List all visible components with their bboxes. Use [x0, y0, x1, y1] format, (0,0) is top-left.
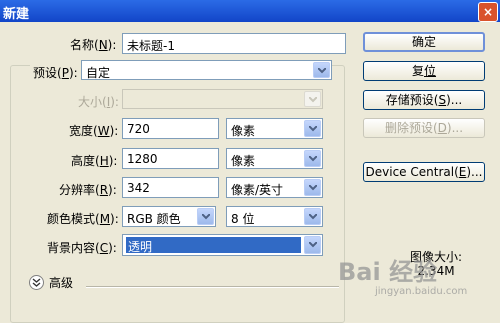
chevron-down-icon	[304, 91, 321, 107]
color-mode-label: 颜色模式(M):	[47, 212, 119, 226]
title-bar: 新建 ×	[0, 0, 500, 22]
height-unit-select[interactable]: 像素	[226, 148, 323, 169]
chevron-down-icon[interactable]	[197, 208, 214, 225]
advanced-label[interactable]: 高级	[49, 274, 73, 291]
width-input[interactable]: 720	[122, 118, 219, 139]
size-select	[122, 89, 323, 109]
name-input[interactable]: 未标题-1	[122, 33, 346, 54]
device-central-button[interactable]: Device Central(E)...	[363, 162, 485, 182]
preset-label: 预设(P):	[30, 64, 81, 81]
width-unit-select[interactable]: 像素	[226, 118, 323, 139]
background-label: 背景内容(C):	[47, 241, 117, 255]
resolution-label: 分辨率(R):	[59, 183, 117, 197]
preset-select[interactable]: 自定	[81, 60, 332, 80]
chevron-down-icon[interactable]	[304, 120, 321, 137]
advanced-separator	[86, 286, 339, 288]
resolution-input[interactable]: 342	[122, 177, 219, 198]
bit-depth-select[interactable]: 8 位	[226, 206, 323, 227]
reset-button[interactable]: 复位	[363, 61, 485, 81]
watermark-logo: Bai 经验	[338, 258, 438, 286]
expand-advanced-icon[interactable]	[29, 275, 44, 290]
name-label: 名称(N):	[70, 38, 117, 52]
watermark-url: jingyan.baidu.com	[375, 286, 468, 297]
color-mode-select[interactable]: RGB 颜色	[122, 206, 216, 227]
dialog-body: 名称(N): 未标题-1 预设(P): 自定 大小(I): 宽度(W): 720…	[0, 22, 500, 323]
background-select[interactable]: 透明	[122, 234, 323, 256]
chevron-down-icon[interactable]	[304, 208, 321, 225]
close-button[interactable]: ×	[478, 2, 498, 22]
preset-value: 自定	[86, 66, 111, 80]
chevron-down-icon[interactable]	[313, 62, 330, 78]
width-label: 宽度(W):	[69, 124, 119, 138]
chevron-down-icon[interactable]	[304, 150, 321, 167]
chevron-down-icon[interactable]	[304, 236, 321, 254]
height-input[interactable]: 1280	[122, 148, 219, 169]
height-label: 高度(H):	[71, 154, 118, 168]
size-label: 大小(I):	[78, 95, 119, 109]
delete-preset-button: 删除预设(D)...	[363, 118, 485, 138]
ok-button[interactable]: 确定	[363, 32, 485, 52]
save-preset-button[interactable]: 存储预设(S)...	[363, 90, 485, 110]
resolution-unit-select[interactable]: 像素/英寸	[226, 177, 323, 198]
chevron-down-icon[interactable]	[304, 179, 321, 196]
window-title: 新建	[3, 7, 30, 22]
